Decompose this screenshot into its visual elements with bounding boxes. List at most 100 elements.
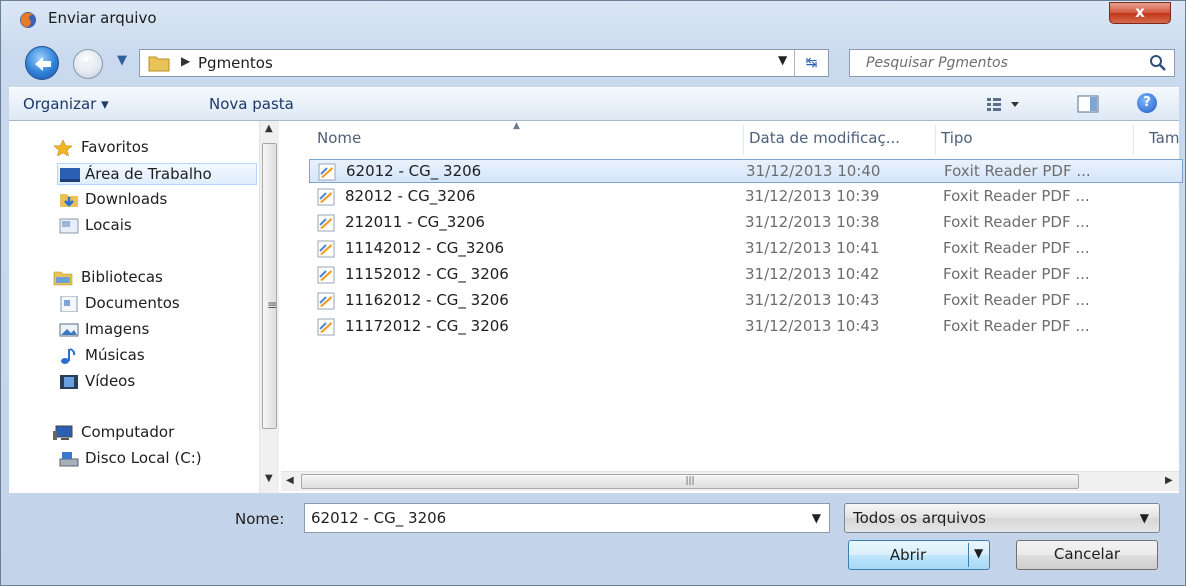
grip-icon: ≡ <box>267 298 278 312</box>
file-name-input[interactable] <box>305 504 795 532</box>
sidebar-item-computer[interactable]: Computador <box>9 422 259 444</box>
sidebar-item-label: Músicas <box>85 346 145 364</box>
file-list: ▲ Nome Data de modificaç... Tipo Tam 620… <box>281 121 1183 493</box>
grip-icon: ||| <box>685 476 695 486</box>
change-view-icon[interactable] <box>985 95 1021 113</box>
sidebar-item-label: Disco Local (C:) <box>85 449 202 467</box>
file-name: 212011 - CG_3206 <box>345 213 485 231</box>
horizontal-scrollbar[interactable]: ◀ ||| ▶ <box>281 471 1179 491</box>
open-file-dialog: Enviar arquivo x ▼ ▶ Pgmentos ▼ ↹ Pesqui… <box>0 0 1186 586</box>
search-box[interactable] <box>849 49 1175 77</box>
recent-places-icon <box>59 218 79 234</box>
refresh-button[interactable]: ↹ <box>794 50 828 76</box>
file-name: 11142012 - CG_3206 <box>345 239 505 257</box>
computer-icon <box>53 425 73 440</box>
file-row[interactable]: 11152012 - CG_ 3206 31/12/2013 10:42 Foxit… <box>309 263 1183 287</box>
downloads-icon <box>60 194 78 207</box>
back-button[interactable] <box>25 46 59 80</box>
open-button[interactable]: Abrir ▼ <box>848 540 990 570</box>
file-type: Foxit Reader PDF ... <box>943 239 1090 257</box>
file-row[interactable]: 62012 - CG_ 3206 31/12/2013 10:40 Foxit Re… <box>309 159 1183 183</box>
scroll-right-icon[interactable]: ▶ <box>1165 475 1173 486</box>
column-header-size[interactable]: Tam <box>1149 129 1179 147</box>
sidebar-item-desktop[interactable]: Área de Trabalho <box>57 163 257 185</box>
file-type: Foxit Reader PDF ... <box>943 291 1090 309</box>
sidebar-item-label: Downloads <box>85 190 168 208</box>
music-icon <box>61 348 76 364</box>
scroll-left-icon[interactable]: ◀ <box>286 475 294 486</box>
command-bar: Organizar ▾ Nova pasta ? <box>9 87 1179 121</box>
back-arrow-icon <box>35 57 51 71</box>
search-icon[interactable] <box>1148 53 1168 73</box>
file-row[interactable]: 82012 - CG_3206 31/12/2013 10:39 Foxit Rea… <box>309 185 1183 209</box>
sidebar-item-label: Área de Trabalho <box>85 165 212 183</box>
sidebar-item-libraries[interactable]: Bibliotecas <box>9 267 259 289</box>
column-separator[interactable] <box>1133 125 1134 155</box>
open-button-label: Abrir <box>889 546 927 564</box>
file-name: 82012 - CG_3206 <box>345 187 476 205</box>
scroll-down-icon[interactable]: ▼ <box>265 473 273 484</box>
file-date: 31/12/2013 10:41 <box>745 239 880 257</box>
help-icon[interactable]: ? <box>1137 93 1157 113</box>
sidebar-item-favorites[interactable]: Favoritos <box>9 137 259 159</box>
sidebar-item-label: Documentos <box>85 294 180 312</box>
column-header-name[interactable]: Nome <box>317 129 361 147</box>
breadcrumb-current[interactable]: Pgmentos <box>198 54 273 72</box>
sort-ascending-icon: ▲ <box>513 121 520 131</box>
file-row[interactable]: 212011 - CG_3206 31/12/2013 10:38 Foxit Re… <box>309 211 1183 235</box>
scrollbar-thumb[interactable]: ≡ <box>262 143 277 429</box>
address-bar[interactable]: ▶ Pgmentos ▼ ↹ <box>139 49 829 77</box>
file-row[interactable]: 11172012 - CG_ 3206 31/12/2013 10:43 Foxit… <box>309 315 1183 339</box>
pdf-file-icon <box>317 318 335 336</box>
pdf-file-icon <box>317 240 335 258</box>
new-folder-button[interactable]: Nova pasta <box>209 95 294 113</box>
file-date: 31/12/2013 10:40 <box>746 162 881 180</box>
column-separator[interactable] <box>743 125 744 155</box>
pictures-icon <box>59 323 79 337</box>
address-dropdown-icon[interactable]: ▼ <box>778 53 787 67</box>
breadcrumb-arrow-icon[interactable]: ▶ <box>181 54 190 68</box>
documents-icon <box>60 296 78 312</box>
chevron-down-icon: ▼ <box>1139 511 1149 525</box>
pdf-file-icon <box>317 188 335 206</box>
file-type-value: Todos os arquivos <box>853 509 986 527</box>
preview-pane-icon[interactable] <box>1077 95 1099 113</box>
file-name-combobox[interactable]: ▼ <box>304 503 830 533</box>
chevron-down-icon: ▼ <box>117 53 127 68</box>
organize-menu-button[interactable]: Organizar ▾ <box>23 95 109 113</box>
file-name: 11162012 - CG_ 3206 <box>345 291 509 309</box>
sidebar-item-label: Favoritos <box>81 138 149 156</box>
file-type: Foxit Reader PDF ... <box>943 187 1090 205</box>
file-type-filter[interactable]: Todos os arquivos ▼ <box>844 503 1160 533</box>
file-date: 31/12/2013 10:42 <box>745 265 880 283</box>
scrollbar-thumb[interactable]: ||| <box>301 474 1079 489</box>
column-header-type[interactable]: Tipo <box>941 129 973 147</box>
forward-arrow-icon <box>81 59 96 71</box>
search-input[interactable] <box>850 50 1140 76</box>
file-date: 31/12/2013 10:43 <box>745 291 880 309</box>
window-title: Enviar arquivo <box>48 9 157 27</box>
file-row[interactable]: 11142012 - CG_3206 31/12/2013 10:41 Foxit … <box>309 237 1183 261</box>
cancel-button[interactable]: Cancelar <box>1016 540 1158 570</box>
close-button[interactable]: x <box>1109 2 1171 24</box>
navigation-pane: Favoritos Área de Trabalho Downloads Loc… <box>9 121 281 493</box>
file-type: Foxit Reader PDF ... <box>943 213 1090 231</box>
column-separator[interactable] <box>935 125 936 155</box>
star-icon <box>53 140 73 156</box>
file-type: Foxit Reader PDF ... <box>944 162 1091 180</box>
file-date: 31/12/2013 10:43 <box>745 317 880 335</box>
sidebar-item-label: Locais <box>85 216 132 234</box>
navigation-scrollbar[interactable]: ▲ ≡ ▼ <box>259 121 279 493</box>
sidebar-item-label: Bibliotecas <box>81 268 163 286</box>
column-header-date[interactable]: Data de modificaç... <box>749 129 900 147</box>
sidebar-item-label: Imagens <box>85 320 150 338</box>
file-name: 11172012 - CG_ 3206 <box>345 317 509 335</box>
scroll-up-icon[interactable]: ▲ <box>265 123 273 134</box>
forward-button[interactable] <box>73 49 103 79</box>
file-row[interactable]: 11162012 - CG_ 3206 31/12/2013 10:43 Foxit… <box>309 289 1183 313</box>
recent-locations-dropdown[interactable]: ▼ <box>117 53 135 71</box>
sidebar-item-label: Computador <box>81 423 175 441</box>
chevron-down-icon[interactable]: ▼ <box>812 511 821 525</box>
title-bar[interactable]: Enviar arquivo x <box>1 1 1185 39</box>
open-options-dropdown-icon[interactable]: ▼ <box>974 546 983 560</box>
